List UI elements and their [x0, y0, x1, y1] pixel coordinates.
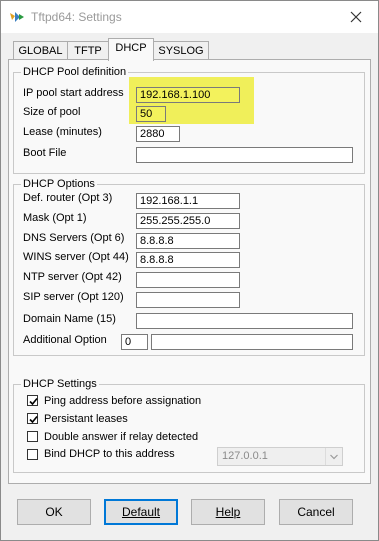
mask-input[interactable]: 255.255.255.0: [136, 213, 240, 229]
tab-label: DHCP: [115, 42, 147, 54]
ping-checkbox[interactable]: [27, 395, 38, 406]
mask-label: Mask (Opt 1): [23, 212, 87, 224]
window-title: Tftpd64: Settings: [31, 10, 122, 24]
wins-label: WINS server (Opt 44): [23, 251, 129, 263]
bind-address-value: 127.0.0.1: [222, 450, 268, 462]
persistant-leases-label: Persistant leases: [44, 413, 128, 425]
pool-size-input[interactable]: 50: [136, 106, 166, 122]
tab-global[interactable]: GLOBAL: [13, 41, 68, 60]
boot-file-label: Boot File: [23, 147, 67, 159]
checkmark-icon: [29, 397, 38, 406]
cancel-button-label: Cancel: [297, 505, 335, 519]
tab-label: SYSLOG: [158, 45, 204, 57]
dns-input[interactable]: 8.8.8.8: [136, 233, 240, 249]
checkmark-icon: [29, 415, 38, 424]
wins-input[interactable]: 8.8.8.8: [136, 252, 240, 268]
dhcp-options-title: DHCP Options: [21, 178, 97, 190]
ntp-input[interactable]: [136, 272, 240, 288]
pool-start-input[interactable]: 192.168.1.100: [136, 87, 240, 103]
pool-size-label: Size of pool: [23, 106, 81, 118]
boot-file-input[interactable]: [136, 147, 353, 163]
lease-label: Lease (minutes): [23, 126, 102, 138]
domain-name-input[interactable]: [136, 313, 353, 329]
dns-label: DNS Servers (Opt 6): [23, 232, 125, 244]
ok-button-label: OK: [45, 505, 63, 519]
additional-option-number[interactable]: 0: [121, 334, 148, 350]
tab-label: GLOBAL: [18, 45, 63, 57]
dhcp-options-group: [13, 184, 365, 356]
bind-dhcp-checkbox[interactable]: [27, 449, 38, 460]
tab-syslog[interactable]: SYSLOG: [153, 41, 209, 60]
additional-option-label: Additional Option: [23, 334, 107, 346]
double-answer-label: Double answer if relay detected: [44, 431, 199, 443]
tab-tftp[interactable]: TFTP: [67, 41, 109, 60]
tftpd-app-icon: [10, 12, 24, 22]
default-button[interactable]: Default: [104, 499, 178, 525]
close-icon[interactable]: [347, 8, 365, 26]
pool-definition-title: DHCP Pool definition: [21, 66, 129, 78]
tab-label: TFTP: [74, 45, 102, 57]
chevron-down-icon: [330, 454, 338, 460]
router-input[interactable]: 192.168.1.1: [136, 193, 240, 209]
bind-address-select[interactable]: 127.0.0.1: [217, 447, 343, 466]
router-label: Def. router (Opt 3): [23, 192, 113, 204]
ntp-label: NTP server (Opt 42): [23, 271, 122, 283]
dhcp-settings-title: DHCP Settings: [21, 378, 99, 390]
settings-window: Tftpd64: Settings GLOBAL TFTP DHCP SYSLO…: [0, 0, 379, 541]
ok-button[interactable]: OK: [17, 499, 91, 525]
title-bar: Tftpd64: Settings: [1, 1, 378, 33]
pool-start-label: IP pool start address: [23, 87, 124, 99]
bind-dhcp-label: Bind DHCP to this address: [44, 448, 175, 460]
sip-input[interactable]: [136, 292, 240, 308]
ping-label: Ping address before assignation: [44, 395, 202, 407]
help-button-label: Help: [215, 505, 241, 519]
lease-input[interactable]: 2880: [136, 126, 180, 142]
persistant-leases-checkbox[interactable]: [27, 413, 38, 424]
cancel-button[interactable]: Cancel: [279, 499, 353, 525]
dropdown-arrow[interactable]: [325, 448, 342, 465]
help-button[interactable]: Help: [191, 499, 265, 525]
tab-dhcp[interactable]: DHCP: [108, 38, 154, 61]
sip-label: SIP server (Opt 120): [23, 291, 124, 303]
default-button-label: Default: [121, 505, 161, 519]
domain-name-label: Domain Name (15): [23, 313, 116, 325]
double-answer-checkbox[interactable]: [27, 431, 38, 442]
additional-option-input[interactable]: [151, 334, 353, 350]
